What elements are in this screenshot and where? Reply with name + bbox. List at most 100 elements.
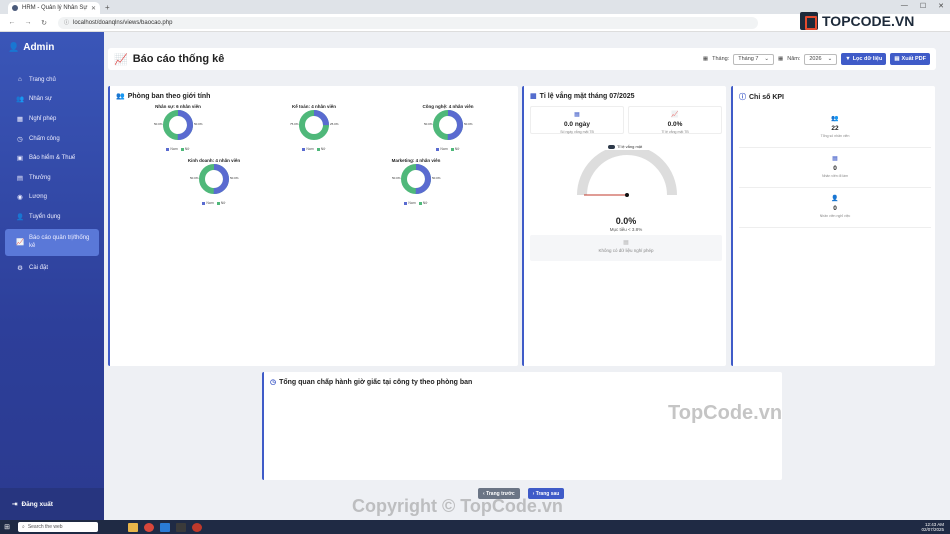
donut-label-male: 50.0% xyxy=(464,122,473,126)
clock-icon: ◷ xyxy=(17,135,23,143)
taskbar-search[interactable]: ⌕ Search the web xyxy=(18,522,98,532)
sidebar-item-label: Nghỉ phép xyxy=(29,115,57,122)
legend-female-text: Nữ xyxy=(422,201,428,205)
app-icon[interactable] xyxy=(192,522,202,532)
kpi-total-staff: 👥 22 Tổng số nhân viên xyxy=(739,108,931,148)
users-icon: 👥 xyxy=(831,116,839,122)
legend-male-text: Nam xyxy=(408,201,416,205)
avg-absent-days: ▦ 0.0 ngày Số ngày vắng mặt TB xyxy=(530,106,624,134)
sidebar-item-insurance[interactable]: ▣ Bảo hiểm & Thuế xyxy=(5,148,99,168)
user-minus-icon: 👤 xyxy=(831,196,839,202)
file-explorer-icon[interactable] xyxy=(128,522,138,532)
year-select[interactable]: 2026 ⌄ xyxy=(804,53,838,65)
back-icon[interactable]: ← xyxy=(8,19,16,26)
watermark-logo: TOPCODE.VN xyxy=(800,12,914,30)
donut-legend: Nam Nữ xyxy=(274,147,354,151)
empty-state-text: Không có dữ liệu nghỉ phép xyxy=(598,248,654,253)
sidebar-item-home[interactable]: ⌂ Trang chủ xyxy=(5,70,99,90)
kpi-label: Nhân viên nghỉ việc xyxy=(819,214,851,218)
search-icon: ⌕ xyxy=(22,524,25,530)
taskbar: ⊞ ⌕ Search the web 12:43 AM 02/07/2025 xyxy=(0,520,950,534)
calendar-icon: ▦ xyxy=(530,93,537,100)
kpi-working-staff: ▦ 0 Nhân viên đi làm xyxy=(739,148,931,188)
browser-tab[interactable]: HRM - Quản lý Nhân Sự ✕ xyxy=(8,2,100,14)
discipline-card: ◷ Tổng quan chấp hành giờ giấc tại công … xyxy=(262,372,782,480)
reload-icon[interactable]: ↻ xyxy=(40,19,48,27)
export-pdf-button[interactable]: ▤ Xuất PDF xyxy=(890,53,930,65)
chart-icon: 📈 xyxy=(15,239,25,247)
year-label: Năm: xyxy=(787,56,801,62)
chrome-icon[interactable] xyxy=(144,522,154,532)
info-icon[interactable]: ⓘ xyxy=(64,19,69,26)
close-window-icon[interactable]: ✕ xyxy=(938,2,944,10)
url-text: localhost/doanqlns/views/baocao.php xyxy=(73,19,173,26)
absence-card: ▦ Tỉ lệ vắng mặt tháng 07/2025 ▦ 0.0 ngà… xyxy=(522,86,726,366)
sidebar-item-label: Tuyển dụng xyxy=(29,213,61,220)
gender-donut-chart: Marketing: 4 nhân viên 50.0% 50.0% Nam Nữ xyxy=(376,158,456,205)
kpi-value: 0 xyxy=(833,165,837,172)
donut-label-male: 25.0% xyxy=(330,122,339,126)
taskbar-apps xyxy=(128,522,202,532)
kpi-value: 0 xyxy=(833,205,837,212)
gender-donut-chart: Kinh doanh: 4 nhân viên 50.0% 50.0% Nam Nữ xyxy=(174,158,254,205)
sidebar-item-label: Nhân sự xyxy=(29,96,53,103)
donut-svg: 50.0% 50.0% xyxy=(424,110,473,140)
filter-button-label: Lọc dữ liệu xyxy=(852,56,883,62)
sidebar-item-attendance[interactable]: ◷ Chấm công xyxy=(5,129,99,149)
empty-calendar-icon: ▦ xyxy=(623,240,629,246)
user-plus-icon: 👤 xyxy=(15,213,25,221)
legend-female-text: Nữ xyxy=(220,201,226,205)
chevron-down-icon: ⌄ xyxy=(764,56,770,62)
sidebar-item-reports[interactable]: 📈 Báo cáo quản trị/thống kê xyxy=(5,228,99,256)
chart-icon: 📈 xyxy=(671,112,679,118)
sidebar-item-bonus[interactable]: ▤ Thưởng xyxy=(5,168,99,188)
sidebar-item-label: Thưởng xyxy=(29,174,51,181)
url-field[interactable]: ⓘ localhost/doanqlns/views/baocao.php xyxy=(58,16,758,29)
legend-female: Nữ xyxy=(216,201,226,205)
new-tab-icon[interactable]: + xyxy=(105,3,110,12)
pdf-icon: ▤ xyxy=(894,56,900,62)
sidebar-item-salary[interactable]: ◉ Lương xyxy=(5,188,99,208)
sidebar-item-settings[interactable]: ⚙ Cài đặt xyxy=(5,258,99,278)
logout-button[interactable]: ⇥ Đăng xuất xyxy=(0,488,104,520)
minimize-icon[interactable]: — xyxy=(901,2,908,10)
gear-icon: ⚙ xyxy=(17,264,23,272)
tab-title: HRM - Quản lý Nhân Sự xyxy=(22,5,88,11)
terminal-icon[interactable] xyxy=(176,522,186,532)
donut-svg: 25.0% 75.0% xyxy=(290,110,339,140)
kpi-label: Tổng số nhân viên xyxy=(820,134,850,138)
sidebar-item-label: Bảo hiểm & Thuế xyxy=(29,155,76,162)
clipboard-icon: ▦ xyxy=(832,156,838,162)
kpi-card-title-text: Chỉ số KPI xyxy=(749,93,785,101)
kpi-card: ⓘ Chỉ số KPI 👥 22 Tổng số nhân viên ▦ 0 … xyxy=(731,86,935,366)
month-value: Tháng 7 xyxy=(738,56,759,62)
filter-button[interactable]: ▼ Lọc dữ liệu xyxy=(841,53,887,65)
absence-card-title-text: Tỉ lệ vắng mặt tháng 07/2025 xyxy=(539,92,635,100)
legend-male-text: Nam xyxy=(440,147,448,151)
logout-label: Đăng xuất xyxy=(21,500,53,508)
system-clock[interactable]: 12:43 AM 02/07/2025 xyxy=(921,522,944,533)
gender-donut-chart: Kế toán: 4 nhân viên 25.0% 75.0% Nam Nữ xyxy=(274,104,354,151)
maximize-icon[interactable]: ☐ xyxy=(920,2,926,10)
month-select[interactable]: Tháng 7 ⌄ xyxy=(733,53,775,65)
legend-male: Nam xyxy=(404,201,416,205)
forward-icon[interactable]: → xyxy=(24,19,32,26)
gender-card-title-text: Phòng ban theo giới tính xyxy=(127,92,211,100)
donut-legend: Nam Nữ xyxy=(174,201,254,205)
clock-date: 02/07/2025 xyxy=(921,527,944,532)
sidebar-item-staff[interactable]: 👥 Nhân sự xyxy=(5,90,99,110)
close-tab-icon[interactable]: ✕ xyxy=(91,5,96,12)
stat-label: Số ngày vắng mặt TB xyxy=(560,130,594,134)
avg-absent-rate: 📈 0.0% Tỉ lệ vắng mặt TB xyxy=(628,106,722,134)
sidebar-item-leave[interactable]: ▦ Nghỉ phép xyxy=(5,109,99,129)
sidebar-item-label: Chấm công xyxy=(29,135,60,142)
page-title-text: Báo cáo thống kê xyxy=(132,53,225,65)
windows-start-icon[interactable]: ⊞ xyxy=(0,523,14,531)
home-icon: ⌂ xyxy=(18,76,22,84)
donut-label-male: 50.0% xyxy=(432,176,441,180)
watermark-bottom: Copyright © TopCode.vn xyxy=(352,496,563,516)
sidebar-item-label: Báo cáo quản trị/thống kê xyxy=(29,235,90,250)
gauge-pivot xyxy=(625,193,629,197)
sidebar-item-recruit[interactable]: 👤 Tuyển dụng xyxy=(5,207,99,227)
vscode-icon[interactable] xyxy=(160,522,170,532)
